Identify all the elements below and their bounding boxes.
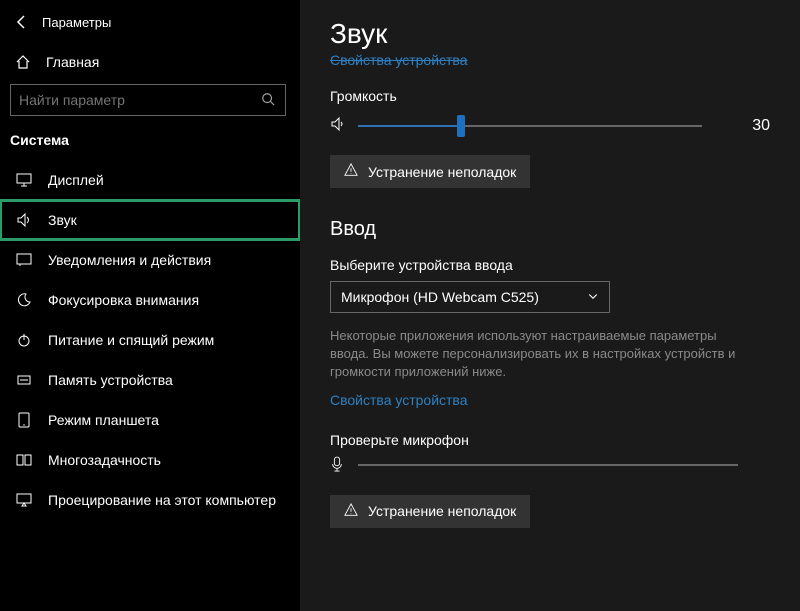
power-icon: [14, 332, 34, 348]
home-icon: [14, 54, 32, 70]
input-select-label: Выберите устройства ввода: [330, 257, 770, 273]
page-title: Звук: [330, 18, 770, 50]
home-label: Главная: [46, 54, 99, 70]
sidebar: Параметры Главная Система Дисплей: [0, 0, 300, 611]
input-device-select[interactable]: Микрофон (HD Webcam C525): [330, 281, 610, 313]
input-device-value: Микрофон (HD Webcam C525): [341, 289, 539, 305]
sidebar-item-label: Уведомления и действия: [48, 252, 211, 268]
warning-icon: [344, 163, 358, 180]
sidebar-item-label: Дисплей: [48, 172, 104, 188]
sidebar-item-label: Память устройства: [48, 372, 173, 388]
volume-label: Громкость: [330, 88, 770, 104]
tablet-icon: [14, 412, 34, 428]
sidebar-item-focus[interactable]: Фокусировка внимания: [0, 280, 300, 320]
sidebar-item-tablet[interactable]: Режим планшета: [0, 400, 300, 440]
window-header: Параметры: [0, 0, 300, 44]
mic-test-label: Проверьте микрофон: [330, 432, 770, 448]
troubleshoot-label-2: Устранение неполадок: [368, 503, 516, 519]
volume-row: 30: [330, 116, 770, 135]
window-title: Параметры: [42, 15, 111, 30]
message-icon: [14, 252, 34, 268]
volume-slider[interactable]: [358, 124, 702, 128]
search-input[interactable]: [19, 92, 261, 108]
input-heading: Ввод: [330, 218, 770, 241]
troubleshoot-label: Устранение неполадок: [368, 164, 516, 180]
back-button[interactable]: [10, 10, 34, 34]
sidebar-item-storage[interactable]: Память устройства: [0, 360, 300, 400]
sidebar-item-label: Питание и спящий режим: [48, 332, 214, 348]
sidebar-item-label: Режим планшета: [48, 412, 159, 428]
device-properties-link-2[interactable]: Свойства устройства: [330, 392, 468, 408]
search-box[interactable]: [10, 84, 286, 116]
sidebar-item-sound[interactable]: Звук: [0, 200, 300, 240]
sidebar-item-label: Фокусировка внимания: [48, 292, 199, 308]
monitor-icon: [14, 172, 34, 188]
volume-value: 30: [720, 117, 770, 135]
sidebar-item-multitasking[interactable]: Многозадачность: [0, 440, 300, 480]
arrow-left-icon: [14, 14, 30, 30]
sidebar-item-notifications[interactable]: Уведомления и действия: [0, 240, 300, 280]
main-content: Звук Свойства устройства Громкость 30 Ус…: [300, 0, 800, 611]
section-title: Система: [0, 132, 300, 160]
volume-icon: [330, 116, 348, 135]
warning-icon: [344, 503, 358, 520]
sidebar-item-display[interactable]: Дисплей: [0, 160, 300, 200]
search-icon: [261, 92, 277, 109]
troubleshoot-button-2[interactable]: Устранение неполадок: [330, 495, 530, 528]
project-icon: [14, 492, 34, 508]
nav-list: Дисплей Звук Уведомления и действия Фоку…: [0, 160, 300, 520]
sidebar-item-projecting[interactable]: Проецирование на этот компьютер: [0, 480, 300, 520]
sidebar-item-label: Звук: [48, 212, 77, 228]
sidebar-item-power[interactable]: Питание и спящий режим: [0, 320, 300, 360]
mic-level-bar: [358, 464, 738, 466]
input-description: Некоторые приложения используют настраив…: [330, 327, 750, 382]
storage-icon: [14, 372, 34, 388]
speaker-icon: [14, 212, 34, 228]
sidebar-item-label: Многозадачность: [48, 452, 161, 468]
device-properties-link[interactable]: Свойства устройства: [330, 52, 770, 68]
sidebar-item-label: Проецирование на этот компьютер: [48, 492, 276, 508]
microphone-icon: [330, 456, 348, 475]
troubleshoot-button[interactable]: Устранение неполадок: [330, 155, 530, 188]
moon-icon: [14, 292, 34, 308]
multitask-icon: [14, 452, 34, 468]
chevron-down-icon: [587, 289, 599, 305]
mic-test-row: [330, 456, 770, 475]
home-nav[interactable]: Главная: [0, 44, 300, 84]
